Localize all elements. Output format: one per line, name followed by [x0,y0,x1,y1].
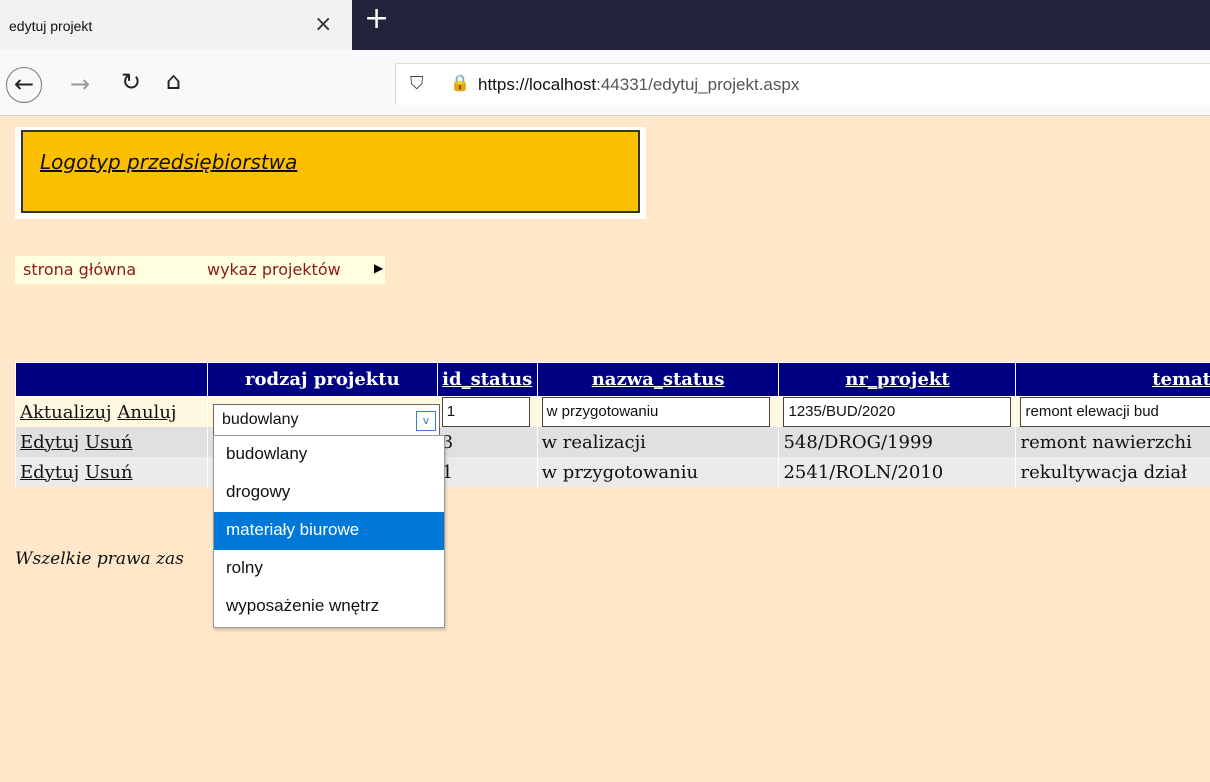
cell-id-status: 1 [436,457,538,487]
cell-nazwa-status: w przygotowaniu [536,457,779,487]
select-value: budowlany [222,411,299,428]
update-link[interactable]: Aktualizuj [20,402,112,423]
table-header: rodzaj projektu id_status nazwa_status n… [15,362,1210,397]
back-icon[interactable]: ← [6,67,42,103]
lock-icon[interactable]: 🔒 [450,73,470,92]
footer-text: Wszelkie prawa zas [15,549,184,569]
reload-icon[interactable]: ↻ [121,68,141,96]
logo-container: Logotyp przedsiębiorstwa [15,127,646,219]
header-actions [15,362,208,397]
dropdown-option-highlighted[interactable]: materiały biurowe [214,512,444,550]
header-rodzaj: rodzaj projektu [206,362,438,397]
menu-item-projects[interactable]: wykaz projektów [207,260,341,279]
nr-projekt-input[interactable]: 1235/BUD/2020 [783,397,1012,427]
nazwa-status-input[interactable]: w przygotowaniu [541,397,770,427]
menu-item-home[interactable]: strona główna [23,260,136,279]
header-id-status[interactable]: id_status [442,369,532,390]
dropdown-option[interactable]: drogowy [214,474,444,512]
close-tab-icon[interactable]: × [314,12,332,37]
logo-banner: Logotyp przedsiębiorstwa [21,130,640,213]
submenu-arrow-icon: ▶ [374,261,384,275]
cancel-link[interactable]: Anuluj [117,402,176,423]
table-row-edit: Aktualizuj Anuluj 1 w przygotowaniu 1235… [15,396,1210,427]
cell-nr-projekt: 548/DROG/1999 [778,427,1016,457]
rodzaj-select[interactable]: budowlany v [213,404,440,437]
tab-bar: edytuj projekt × + [0,0,1210,50]
header-nr-projekt[interactable]: nr_projekt [845,369,949,390]
cell-id-status: 3 [436,427,538,457]
temat-input[interactable]: remont elewacji bud [1020,397,1210,427]
edit-link[interactable]: Edytuj [20,432,79,453]
site-menu: strona główna wykaz projektów ▶ [15,256,385,284]
projects-table: rodzaj projektu id_status nazwa_status n… [15,362,1210,487]
cell-temat: remont nawierzchi [1015,427,1210,457]
logo-text[interactable]: Logotyp przedsiębiorstwa [40,150,297,174]
home-icon[interactable]: ⌂ [166,67,181,95]
header-nazwa-status[interactable]: nazwa_status [592,369,725,390]
delete-link[interactable]: Usuń [85,432,133,453]
cell-nazwa-status: w realizacji [536,427,779,457]
navigation-bar: ← → ↻ ⌂ ⛉ 🔒 https://localhost:44331/edyt… [0,50,1210,116]
browser-tab[interactable]: edytuj projekt × [0,0,352,50]
tab-title: edytuj projekt [9,18,93,34]
chevron-down-icon[interactable]: v [416,411,436,431]
url-text: https://localhost:44331/edytuj_projekt.a… [478,75,800,94]
rodzaj-dropdown-list: budowlany drogowy materiały biurowe roln… [213,435,445,628]
forward-icon[interactable]: → [70,70,90,98]
cell-temat: rekultywacja dział [1015,457,1210,487]
dropdown-option[interactable]: rolny [214,550,444,588]
table-row: Edytuj Usuń 1 w przygotowaniu 2541/ROLN/… [15,457,1210,487]
new-tab-icon[interactable]: + [364,4,389,34]
table-row: Edytuj Usuń 3 w realizacji 548/DROG/1999… [15,427,1210,457]
address-bar[interactable]: ⛉ 🔒 https://localhost:44331/edytuj_proje… [395,63,1210,105]
header-temat[interactable]: temat_ [1152,369,1210,390]
edit-link[interactable]: Edytuj [20,462,79,483]
delete-link[interactable]: Usuń [85,462,133,483]
dropdown-option[interactable]: wyposażenie wnętrz [214,588,444,626]
cell-nr-projekt: 2541/ROLN/2010 [778,457,1016,487]
dropdown-option[interactable]: budowlany [214,436,444,474]
id-status-input[interactable]: 1 [441,397,530,427]
shield-icon[interactable]: ⛉ [410,73,424,94]
